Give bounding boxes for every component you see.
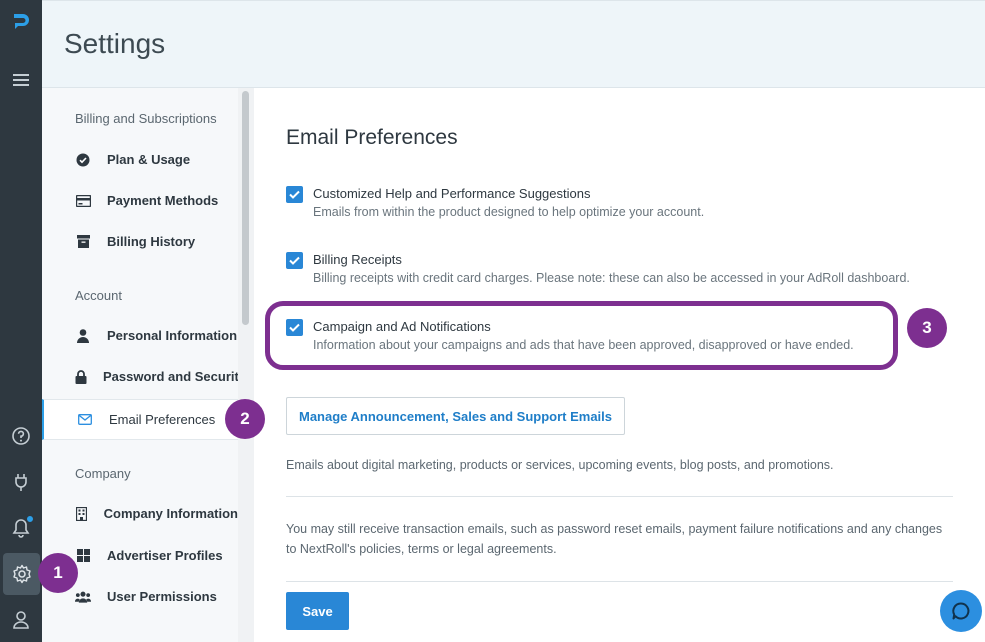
lock-icon <box>75 369 87 385</box>
page-header: Settings <box>42 0 985 88</box>
section-title: Email Preferences <box>286 126 458 149</box>
building-icon <box>75 506 88 522</box>
chat-support-button[interactable] <box>940 590 982 632</box>
nav-section-company: Company <box>75 466 131 481</box>
users-icon <box>75 589 91 605</box>
pref-description: Billing receipts with credit card charge… <box>313 271 910 285</box>
nav-item-personal-information[interactable]: Personal Information <box>42 315 238 356</box>
annotation-badge-3: 3 <box>907 308 947 348</box>
grid-icon <box>75 548 91 564</box>
nav-item-label: Email Preferences <box>109 412 216 427</box>
annotation-highlight-box <box>265 301 898 370</box>
annotation-badge-1: 1 <box>38 553 78 593</box>
nav-item-email-preferences[interactable]: Email Preferences <box>42 399 238 440</box>
credit-card-icon <box>75 193 91 209</box>
nav-item-password-security[interactable]: Password and Security <box>42 356 246 397</box>
billing-receipts-checkbox[interactable] <box>286 252 303 269</box>
nav-scrollbar-thumb[interactable] <box>242 91 249 325</box>
settings-nav: Billing and Subscriptions Plan & Usage P… <box>42 88 254 642</box>
nav-section-account: Account <box>75 288 122 303</box>
pref-title: Customized Help and Performance Suggesti… <box>313 186 591 201</box>
nav-item-label: User Permissions <box>107 589 217 604</box>
nav-item-label: Payment Methods <box>107 193 219 208</box>
nav-item-label: Personal Information <box>107 328 238 343</box>
nav-item-label: Company Information <box>103 506 238 521</box>
person-icon <box>75 328 91 344</box>
transactional-info-text: You may still receive transaction emails… <box>286 522 943 556</box>
menu-icon[interactable] <box>0 59 42 101</box>
notification-dot <box>26 515 34 523</box>
manage-emails-button[interactable]: Manage Announcement, Sales and Support E… <box>286 397 625 435</box>
pref-description: Emails from within the product designed … <box>313 205 705 219</box>
nav-item-company-information[interactable]: Company Information <box>42 493 238 534</box>
help-icon[interactable] <box>0 415 42 457</box>
adroll-logo-icon[interactable] <box>0 0 42 42</box>
settings-gear-icon[interactable] <box>3 553 40 595</box>
envelope-icon <box>77 412 93 428</box>
page-title: Settings <box>64 28 166 59</box>
divider <box>286 581 953 582</box>
chat-bubble-icon <box>952 602 970 620</box>
nav-item-plan-usage[interactable]: Plan & Usage <box>42 139 238 180</box>
annotation-badge-2: 2 <box>225 399 265 439</box>
user-profile-icon[interactable] <box>0 599 42 641</box>
archive-box-icon <box>75 234 91 250</box>
nav-item-label: Password and Security <box>103 369 247 384</box>
pref-title: Billing Receipts <box>313 252 402 267</box>
marketing-info-text: Emails about digital marketing, products… <box>286 458 834 472</box>
nav-item-label: Plan & Usage <box>107 152 191 167</box>
app-rail <box>0 0 42 642</box>
nav-item-label: Billing History <box>107 234 196 249</box>
notifications-bell-icon[interactable] <box>0 507 42 549</box>
divider <box>286 496 953 497</box>
nav-item-billing-history[interactable]: Billing History <box>42 221 238 262</box>
plug-icon[interactable] <box>0 461 42 503</box>
save-button[interactable]: Save <box>286 592 349 630</box>
verified-check-icon <box>75 152 91 168</box>
nav-section-billing: Billing and Subscriptions <box>75 111 217 126</box>
nav-item-label: Advertiser Profiles <box>107 548 223 563</box>
customized-help-checkbox[interactable] <box>286 186 303 203</box>
nav-item-payment-methods[interactable]: Payment Methods <box>42 180 238 221</box>
